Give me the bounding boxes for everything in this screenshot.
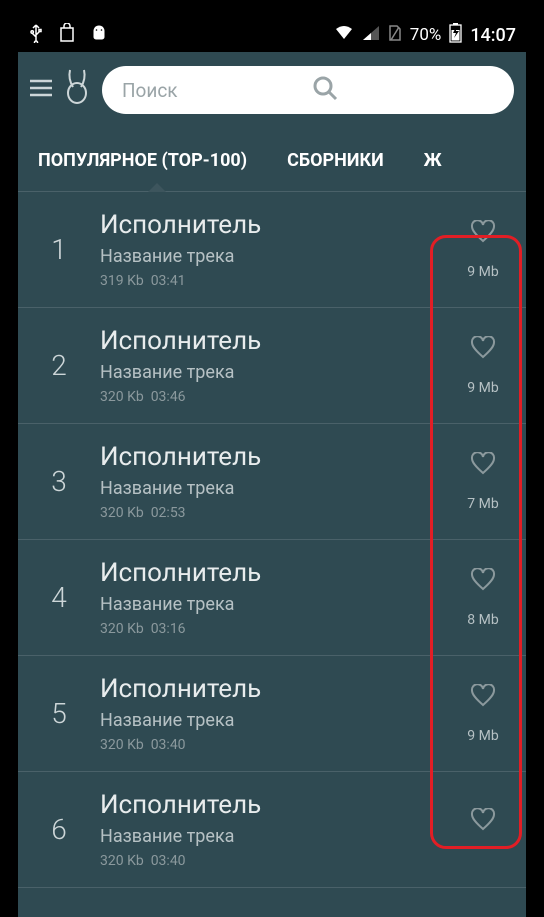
tab-indicator xyxy=(148,183,166,192)
search-input[interactable]: Поиск xyxy=(102,66,514,114)
track-row[interactable]: 6 Исполнитель Название трека 320 Kb 03:4… xyxy=(18,772,526,888)
track-rank: 3 xyxy=(18,465,100,498)
track-size: 8 Mb xyxy=(467,612,498,628)
sim-icon xyxy=(388,24,402,47)
heart-icon[interactable] xyxy=(470,808,496,836)
track-artist: Исполнитель xyxy=(100,442,440,472)
track-info: 320 Kb 03:46 xyxy=(100,389,440,405)
track-title: Название трека xyxy=(100,362,440,383)
track-rank: 2 xyxy=(18,349,100,382)
search-icon[interactable] xyxy=(311,74,500,107)
tabs: ПОПУЛЯРНОЕ (TOP-100) СБОРНИКИ Ж xyxy=(18,132,526,192)
track-artist: Исполнитель xyxy=(100,210,440,240)
heart-icon[interactable] xyxy=(470,452,496,480)
track-rank: 6 xyxy=(18,813,100,846)
wifi-icon xyxy=(334,25,354,46)
track-info: 320 Kb 03:40 xyxy=(100,853,440,869)
track-title: Название трека xyxy=(100,246,440,267)
track-list: 1 Исполнитель Название трека 319 Kb 03:4… xyxy=(18,192,526,888)
track-row[interactable]: 3 Исполнитель Название трека 320 Kb 02:5… xyxy=(18,424,526,540)
signal-icon xyxy=(362,25,380,46)
track-rank: 5 xyxy=(18,697,100,730)
heart-icon[interactable] xyxy=(470,568,496,596)
usb-icon xyxy=(28,23,44,48)
track-info: 320 Kb 03:16 xyxy=(100,621,440,637)
battery-pct: 70% xyxy=(410,25,442,45)
track-row[interactable]: 2 Исполнитель Название трека 320 Kb 03:4… xyxy=(18,308,526,424)
shop-icon xyxy=(58,23,76,48)
status-bar: 70% 14:07 xyxy=(18,18,526,52)
search-placeholder: Поиск xyxy=(122,79,311,102)
track-size: 9 Mb xyxy=(467,728,498,744)
track-title: Название трека xyxy=(100,594,440,615)
track-row[interactable]: 5 Исполнитель Название трека 320 Kb 03:4… xyxy=(18,656,526,772)
track-size: 9 Mb xyxy=(467,264,498,280)
battery-icon xyxy=(449,23,462,48)
android-icon xyxy=(90,24,108,47)
track-size: 7 Mb xyxy=(467,496,498,512)
track-artist: Исполнитель xyxy=(100,790,440,820)
track-title: Название трека xyxy=(100,826,440,847)
heart-icon[interactable] xyxy=(470,220,496,248)
track-artist: Исполнитель xyxy=(100,326,440,356)
track-rank: 1 xyxy=(18,233,100,266)
track-row[interactable]: 1 Исполнитель Название трека 319 Kb 03:4… xyxy=(18,192,526,308)
clock: 14:07 xyxy=(470,25,516,46)
track-row[interactable]: 4 Исполнитель Название трека 320 Kb 03:1… xyxy=(18,540,526,656)
menu-button[interactable] xyxy=(30,79,52,101)
track-info: 320 Kb 03:40 xyxy=(100,737,440,753)
heart-icon[interactable] xyxy=(470,336,496,364)
track-rank: 4 xyxy=(18,581,100,614)
tab-collections[interactable]: СБОРНИКИ xyxy=(267,132,404,191)
app-logo xyxy=(62,67,92,113)
tab-partial[interactable]: Ж xyxy=(404,132,462,191)
track-size: 9 Mb xyxy=(467,380,498,396)
track-info: 319 Kb 03:41 xyxy=(100,273,440,289)
tab-popular[interactable]: ПОПУЛЯРНОЕ (TOP-100) xyxy=(18,132,267,191)
app-header: Поиск xyxy=(18,52,526,124)
track-artist: Исполнитель xyxy=(100,674,440,704)
track-title: Название трека xyxy=(100,478,440,499)
track-info: 320 Kb 02:53 xyxy=(100,505,440,521)
track-artist: Исполнитель xyxy=(100,558,440,588)
track-title: Название трека xyxy=(100,710,440,731)
heart-icon[interactable] xyxy=(470,684,496,712)
